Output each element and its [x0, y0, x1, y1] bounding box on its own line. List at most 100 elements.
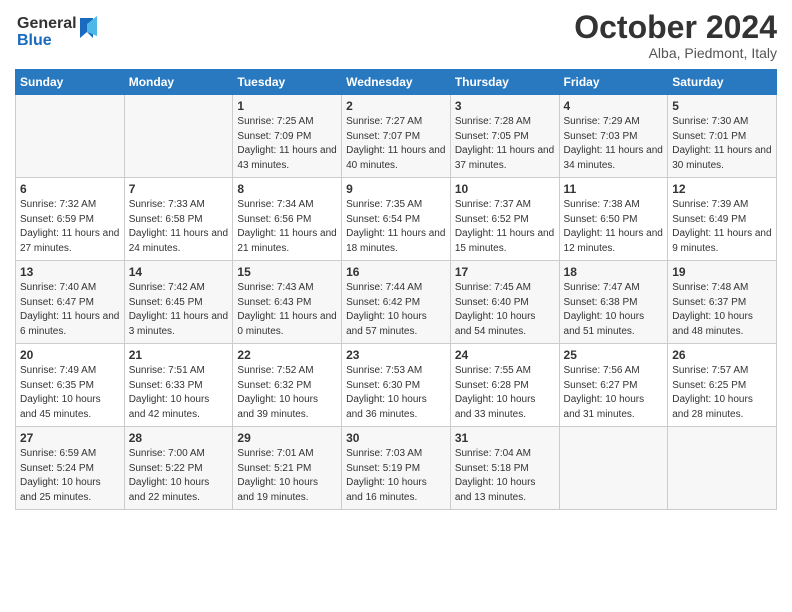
calendar-cell [559, 427, 668, 510]
calendar-cell: 28 Sunrise: 7:00 AMSunset: 5:22 PMDayligh… [124, 427, 233, 510]
calendar-cell: 19 Sunrise: 7:48 AMSunset: 6:37 PMDayligh… [668, 261, 777, 344]
day-info: Sunrise: 7:42 AMSunset: 6:45 PMDaylight:… [129, 281, 229, 339]
weekday-header-tuesday: Tuesday [233, 70, 342, 95]
calendar-cell: 18 Sunrise: 7:47 AMSunset: 6:38 PMDayligh… [559, 261, 668, 344]
day-info: Sunrise: 7:38 AMSunset: 6:50 PMDaylight:… [564, 198, 664, 256]
day-info: Sunrise: 7:51 AMSunset: 6:33 PMDaylight:… [129, 364, 229, 422]
calendar-cell: 29 Sunrise: 7:01 AMSunset: 5:21 PMDayligh… [233, 427, 342, 510]
calendar-table: SundayMondayTuesdayWednesdayThursdayFrid… [15, 69, 777, 510]
day-info: Sunrise: 7:55 AMSunset: 6:28 PMDaylight:… [455, 364, 555, 422]
calendar-cell: 30 Sunrise: 7:03 AMSunset: 5:19 PMDayligh… [342, 427, 451, 510]
day-number: 7 [129, 182, 229, 196]
logo-text: General Blue [15, 10, 105, 57]
day-info: Sunrise: 7:39 AMSunset: 6:49 PMDaylight:… [672, 198, 772, 256]
day-number: 24 [455, 348, 555, 362]
day-number: 1 [237, 99, 337, 113]
weekday-header-thursday: Thursday [450, 70, 559, 95]
calendar-cell: 24 Sunrise: 7:55 AMSunset: 6:28 PMDayligh… [450, 344, 559, 427]
day-number: 12 [672, 182, 772, 196]
calendar-page: General Blue October 2024 Alba, Piedmont… [0, 0, 792, 612]
day-number: 22 [237, 348, 337, 362]
day-info: Sunrise: 7:45 AMSunset: 6:40 PMDaylight:… [455, 281, 555, 339]
day-number: 31 [455, 431, 555, 445]
calendar-week-row: 27 Sunrise: 6:59 AMSunset: 5:24 PMDayligh… [16, 427, 777, 510]
calendar-week-row: 13 Sunrise: 7:40 AMSunset: 6:47 PMDayligh… [16, 261, 777, 344]
calendar-cell: 11 Sunrise: 7:38 AMSunset: 6:50 PMDayligh… [559, 178, 668, 261]
day-info: Sunrise: 7:37 AMSunset: 6:52 PMDaylight:… [455, 198, 555, 256]
day-info: Sunrise: 7:28 AMSunset: 7:05 PMDaylight:… [455, 115, 555, 173]
day-info: Sunrise: 6:59 AMSunset: 5:24 PMDaylight:… [20, 447, 120, 505]
day-number: 23 [346, 348, 446, 362]
day-number: 15 [237, 265, 337, 279]
day-number: 13 [20, 265, 120, 279]
day-info: Sunrise: 7:40 AMSunset: 6:47 PMDaylight:… [20, 281, 120, 339]
weekday-header-wednesday: Wednesday [342, 70, 451, 95]
calendar-cell: 20Sunrise: 7:49 AMSunset: 6:35 PMDayligh… [16, 344, 125, 427]
day-number: 28 [129, 431, 229, 445]
month-title: October 2024 [574, 10, 777, 45]
calendar-cell: 2 Sunrise: 7:27 AMSunset: 7:07 PMDaylight… [342, 95, 451, 178]
day-info: Sunrise: 7:47 AMSunset: 6:38 PMDaylight:… [564, 281, 664, 339]
day-number: 3 [455, 99, 555, 113]
day-info: Sunrise: 7:43 AMSunset: 6:43 PMDaylight:… [237, 281, 337, 339]
calendar-cell: 22 Sunrise: 7:52 AMSunset: 6:32 PMDayligh… [233, 344, 342, 427]
calendar-cell: 25Sunrise: 7:56 AMSunset: 6:27 PMDayligh… [559, 344, 668, 427]
calendar-week-row: 1Sunrise: 7:25 AMSunset: 7:09 PMDaylight… [16, 95, 777, 178]
weekday-header-row: SundayMondayTuesdayWednesdayThursdayFrid… [16, 70, 777, 95]
day-info: Sunrise: 7:00 AMSunset: 5:22 PMDaylight:… [129, 447, 229, 505]
calendar-cell: 13 Sunrise: 7:40 AMSunset: 6:47 PMDayligh… [16, 261, 125, 344]
calendar-week-row: 20Sunrise: 7:49 AMSunset: 6:35 PMDayligh… [16, 344, 777, 427]
day-info: Sunrise: 7:29 AMSunset: 7:03 PMDaylight:… [564, 115, 664, 173]
day-number: 29 [237, 431, 337, 445]
day-number: 27 [20, 431, 120, 445]
day-info: Sunrise: 7:34 AMSunset: 6:56 PMDaylight:… [237, 198, 337, 256]
calendar-cell: 10Sunrise: 7:37 AMSunset: 6:52 PMDayligh… [450, 178, 559, 261]
day-number: 9 [346, 182, 446, 196]
calendar-cell [124, 95, 233, 178]
day-info: Sunrise: 7:52 AMSunset: 6:32 PMDaylight:… [237, 364, 337, 422]
calendar-cell: 12 Sunrise: 7:39 AMSunset: 6:49 PMDayligh… [668, 178, 777, 261]
calendar-cell: 3 Sunrise: 7:28 AMSunset: 7:05 PMDaylight… [450, 95, 559, 178]
day-number: 6 [20, 182, 120, 196]
day-number: 18 [564, 265, 664, 279]
svg-text:General: General [17, 15, 77, 32]
calendar-cell: 14 Sunrise: 7:42 AMSunset: 6:45 PMDayligh… [124, 261, 233, 344]
day-number: 30 [346, 431, 446, 445]
svg-text:Blue: Blue [17, 32, 52, 49]
day-number: 21 [129, 348, 229, 362]
calendar-week-row: 6 Sunrise: 7:32 AMSunset: 6:59 PMDaylight… [16, 178, 777, 261]
calendar-cell: 26Sunrise: 7:57 AMSunset: 6:25 PMDayligh… [668, 344, 777, 427]
day-number: 4 [564, 99, 664, 113]
day-info: Sunrise: 7:27 AMSunset: 7:07 PMDaylight:… [346, 115, 446, 173]
calendar-cell [16, 95, 125, 178]
logo: General Blue [15, 10, 105, 57]
day-number: 16 [346, 265, 446, 279]
calendar-cell: 17Sunrise: 7:45 AMSunset: 6:40 PMDayligh… [450, 261, 559, 344]
day-number: 8 [237, 182, 337, 196]
calendar-cell: 15 Sunrise: 7:43 AMSunset: 6:43 PMDayligh… [233, 261, 342, 344]
weekday-header-sunday: Sunday [16, 70, 125, 95]
title-block: October 2024 Alba, Piedmont, Italy [574, 10, 777, 61]
calendar-cell: 6 Sunrise: 7:32 AMSunset: 6:59 PMDaylight… [16, 178, 125, 261]
day-info: Sunrise: 7:32 AMSunset: 6:59 PMDaylight:… [20, 198, 120, 256]
day-info: Sunrise: 7:01 AMSunset: 5:21 PMDaylight:… [237, 447, 337, 505]
day-info: Sunrise: 7:48 AMSunset: 6:37 PMDaylight:… [672, 281, 772, 339]
day-info: Sunrise: 7:49 AMSunset: 6:35 PMDaylight:… [20, 364, 120, 422]
day-number: 2 [346, 99, 446, 113]
day-number: 11 [564, 182, 664, 196]
day-info: Sunrise: 7:53 AMSunset: 6:30 PMDaylight:… [346, 364, 446, 422]
day-number: 19 [672, 265, 772, 279]
day-info: Sunrise: 7:57 AMSunset: 6:25 PMDaylight:… [672, 364, 772, 422]
weekday-header-friday: Friday [559, 70, 668, 95]
weekday-header-monday: Monday [124, 70, 233, 95]
day-number: 25 [564, 348, 664, 362]
day-info: Sunrise: 7:03 AMSunset: 5:19 PMDaylight:… [346, 447, 446, 505]
calendar-cell: 1Sunrise: 7:25 AMSunset: 7:09 PMDaylight… [233, 95, 342, 178]
calendar-cell: 16 Sunrise: 7:44 AMSunset: 6:42 PMDayligh… [342, 261, 451, 344]
calendar-cell: 27 Sunrise: 6:59 AMSunset: 5:24 PMDayligh… [16, 427, 125, 510]
calendar-cell: 21 Sunrise: 7:51 AMSunset: 6:33 PMDayligh… [124, 344, 233, 427]
day-info: Sunrise: 7:44 AMSunset: 6:42 PMDaylight:… [346, 281, 446, 339]
day-number: 14 [129, 265, 229, 279]
day-info: Sunrise: 7:30 AMSunset: 7:01 PMDaylight:… [672, 115, 772, 173]
day-info: Sunrise: 7:33 AMSunset: 6:58 PMDaylight:… [129, 198, 229, 256]
